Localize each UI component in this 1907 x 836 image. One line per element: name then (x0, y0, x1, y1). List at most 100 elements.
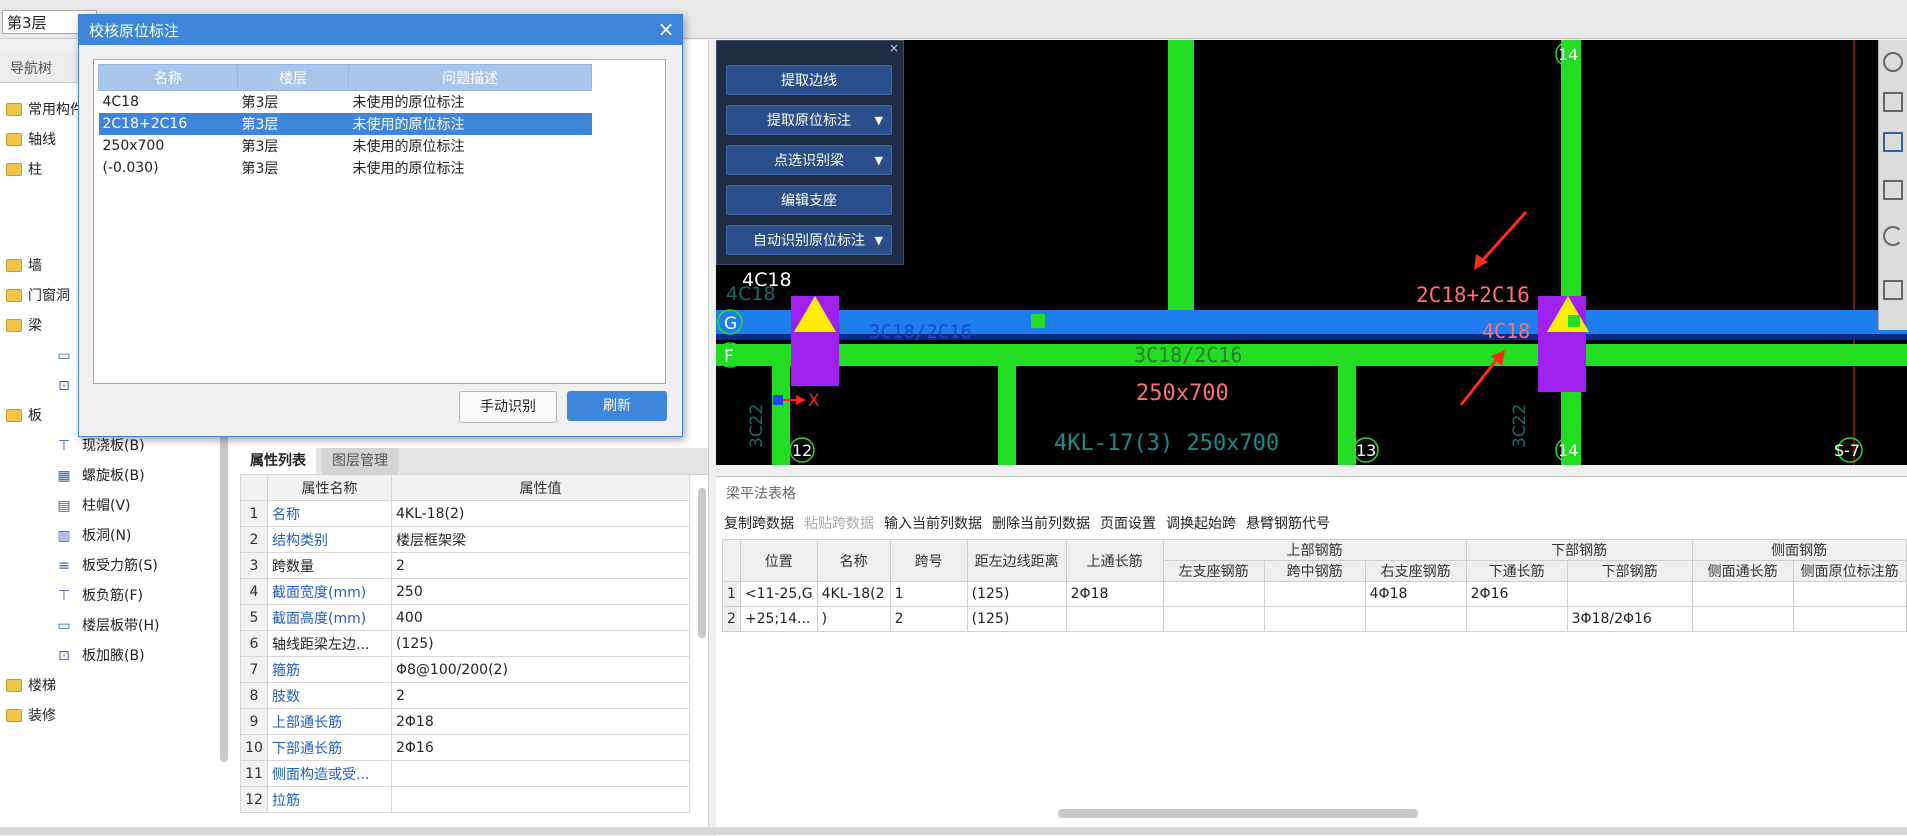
problem-row[interactable]: (-0.030) 第3层 未使用的原位标注 (99, 157, 592, 179)
properties-scrollbar[interactable] (698, 488, 706, 638)
beam-cell-bottom[interactable]: 3Φ18/2Φ16 (1566, 606, 1693, 632)
nav-folder-label: 板 (28, 408, 42, 424)
property-row[interactable]: 11 侧面构造或受... (240, 760, 690, 787)
beam-cell-right-seat[interactable]: 4Φ18 (1364, 581, 1467, 607)
tool-button[interactable]: 提取边线 (726, 65, 892, 95)
property-value[interactable]: 400 (391, 604, 690, 631)
rotate-icon[interactable] (1883, 226, 1903, 246)
dropdown-arrow-icon[interactable]: ▼ (875, 226, 883, 256)
layer-grid-icon[interactable] (1883, 280, 1903, 300)
beam-table-hscrollbar[interactable] (1058, 809, 1418, 818)
property-value[interactable]: 楼层框架梁 (391, 526, 690, 553)
tab-properties[interactable]: 属性列表 (240, 448, 316, 474)
cad-text-beam-kl17[interactable]: 4KL-17(3) 250x700 (1054, 431, 1279, 456)
beam-cell-span[interactable]: 1 (889, 581, 968, 607)
beam-cell-bottom-through[interactable]: 2Φ16 (1465, 581, 1568, 607)
property-value[interactable]: 4KL-18(2) (391, 500, 690, 527)
beam-toolbar-button[interactable]: 删除当前列数据 (992, 513, 1090, 533)
beam-cell-right-seat[interactable] (1364, 606, 1467, 632)
beam-cell-top-through[interactable]: 2Φ18 (1065, 581, 1164, 607)
beam-cell-left-seat[interactable] (1162, 606, 1265, 632)
property-row[interactable]: 4 截面宽度(mm) 250 (240, 578, 690, 605)
beam-cell-side-orig[interactable] (1792, 581, 1907, 607)
property-row[interactable]: 1 名称 4KL-18(2) (240, 500, 690, 527)
cad-text-top-annotation[interactable]: 2C18+2C16 (1416, 283, 1530, 307)
beam-cell-side-through[interactable] (1691, 581, 1794, 607)
problem-cell-desc: 未使用的原位标注 (352, 161, 465, 177)
tool-button[interactable]: 自动识别原位标注 ▼ (726, 225, 892, 255)
beam-cell-top-through[interactable] (1065, 606, 1164, 632)
property-value[interactable] (391, 786, 690, 813)
property-value[interactable]: 2 (391, 552, 690, 579)
component-icon: ▥ (57, 528, 71, 544)
problem-row[interactable]: 4C18 第3层 未使用的原位标注 (99, 91, 592, 114)
beam-toolbar-button[interactable]: 页面设置 (1100, 513, 1156, 533)
dropdown-arrow-icon[interactable]: ▼ (875, 146, 883, 176)
dialog-close-icon[interactable]: × (654, 17, 678, 41)
beam-cell-span[interactable]: 2 (889, 606, 968, 632)
beam-cell-dist[interactable]: (125) (966, 606, 1067, 632)
beam-grip-point-right[interactable] (1568, 315, 1580, 327)
tool-button[interactable]: 提取原位标注 ▼ (726, 105, 892, 135)
property-row[interactable]: 5 截面高度(mm) 400 (240, 604, 690, 631)
tab-layers[interactable]: 图层管理 (322, 448, 398, 474)
nav-folder-label: 楼梯 (28, 678, 56, 694)
beam-cell-pos[interactable]: <11-25,G (739, 581, 818, 607)
property-row[interactable]: 3 跨数量 2 (240, 552, 690, 579)
view-3d-icon[interactable] (1883, 92, 1903, 112)
beam-cell-bottom-through[interactable] (1465, 606, 1568, 632)
tool-button[interactable]: 编辑支座 (726, 185, 892, 215)
beam-cell-dist[interactable]: (125) (966, 581, 1067, 607)
dropdown-arrow-icon[interactable]: ▼ (875, 106, 883, 136)
orbit-icon[interactable] (1883, 52, 1903, 72)
property-value[interactable]: (125) (391, 630, 690, 657)
beam-row[interactable]: 2 +25;14...) 2 (125) 3Φ18/2Φ16 (722, 606, 1907, 632)
refresh-button[interactable]: 刷新 (567, 391, 667, 421)
view-box-icon[interactable] (1883, 180, 1903, 200)
beam-grip-point[interactable] (1031, 314, 1045, 328)
view-plane-icon[interactable] (1883, 132, 1903, 152)
beam-cell-side-orig[interactable] (1792, 606, 1907, 632)
property-value[interactable]: 250 (391, 578, 690, 605)
axis-label-14-bottom: 14 (1558, 441, 1578, 460)
property-row[interactable]: 12 拉筋 (240, 786, 690, 813)
cad-text-4c18-right[interactable]: 4C18 (1482, 319, 1530, 343)
beam-toolbar-button[interactable]: 调换起始跨 (1166, 513, 1236, 533)
beam-toolbar-button[interactable]: 悬臂钢筋代号 (1246, 513, 1330, 533)
manual-identify-button[interactable]: 手动识别 (459, 391, 557, 423)
beam-cell-name[interactable]: 4KL-18(2 (816, 581, 891, 607)
property-value[interactable] (391, 760, 690, 787)
problem-row[interactable]: 2C18+2C16 第3层 未使用的原位标注 (98, 113, 592, 135)
beam-cell-mid[interactable] (1263, 581, 1366, 607)
property-value[interactable]: 2Φ16 (391, 734, 690, 761)
property-value[interactable]: 2 (391, 682, 690, 709)
tool-panel-close-icon[interactable]: × (887, 41, 901, 55)
property-row[interactable]: 9 上部通长筋 2Φ18 (240, 708, 690, 735)
tool-button[interactable]: 点选识别梁 ▼ (726, 145, 892, 175)
property-value[interactable]: Φ8@100/200(2) (391, 656, 690, 683)
beam-toolbar-button[interactable]: 输入当前列数据 (884, 513, 982, 533)
beam-cell-pos[interactable]: +25;14... (739, 606, 818, 632)
ucs-origin (773, 395, 783, 405)
beam-toolbar-button[interactable]: 复制跨数据 (724, 513, 794, 533)
dialog-titlebar[interactable]: 校核原位标注 × (79, 15, 682, 45)
cad-text-size[interactable]: 250x700 (1136, 381, 1229, 406)
property-row[interactable]: 8 肢数 2 (240, 682, 690, 709)
beam-cell-bottom[interactable] (1566, 581, 1693, 607)
property-row[interactable]: 6 轴线距梁左边... (125) (240, 630, 690, 657)
problem-row[interactable]: 250x700 第3层 未使用的原位标注 (99, 135, 592, 157)
cad-text-midbeam[interactable]: 3C18/2C16 (1134, 343, 1242, 367)
beam-cell-left-seat[interactable] (1162, 581, 1265, 607)
nav-item-label: 板受力筋(S) (82, 558, 158, 574)
property-row[interactable]: 2 结构类别 楼层框架梁 (240, 526, 690, 553)
property-row[interactable]: 7 箍筋 Φ8@100/200(2) (240, 656, 690, 683)
property-row[interactable]: 10 下部通长筋 2Φ16 (240, 734, 690, 761)
property-value[interactable]: 2Φ18 (391, 708, 690, 735)
beam-header-span: 跨号 (889, 539, 968, 582)
beam-toolbar-button[interactable]: 粘贴跨数据 (804, 513, 874, 533)
beam-cell-mid[interactable] (1263, 606, 1366, 632)
beam-cell-name[interactable]: ) (816, 606, 891, 632)
beam-row[interactable]: 1 <11-25,G 4KL-18(2 1 (125) 2Φ18 4Φ18 2Φ16 (722, 581, 1907, 607)
beam-cell-side-through[interactable] (1691, 606, 1794, 632)
problem-table: 名称 楼层 问题描述 4C18 第3层 未使用的原位标注 2C18+2C16 第3层 未使… (98, 64, 592, 179)
